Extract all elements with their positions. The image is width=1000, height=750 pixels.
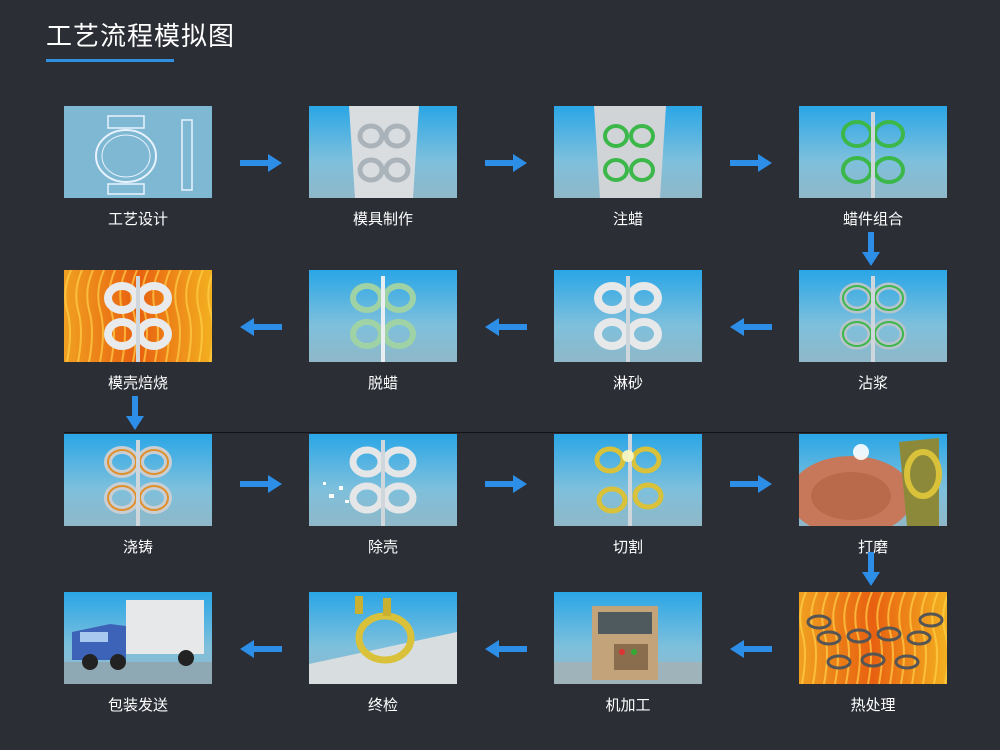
step-image xyxy=(799,434,947,526)
step-image xyxy=(554,270,702,362)
step-label: 蜡件组合 xyxy=(842,210,903,228)
arrow-right-icon xyxy=(485,475,527,497)
step-image xyxy=(554,434,702,526)
arrow-left-icon xyxy=(240,318,282,340)
process-step: 淋砂 xyxy=(554,270,702,393)
step-label: 脱蜡 xyxy=(367,374,398,392)
step-image xyxy=(64,106,212,198)
step-label: 淋砂 xyxy=(612,374,643,392)
step-image xyxy=(554,106,702,198)
arrow-right-icon xyxy=(240,154,282,176)
process-step: 蜡件组合 xyxy=(799,106,947,229)
process-step: 工艺设计 xyxy=(64,106,212,229)
step-illustration xyxy=(309,270,457,362)
step-label: 模壳焙烧 xyxy=(107,374,168,392)
process-step: 注蜡 xyxy=(554,106,702,229)
step-image xyxy=(554,592,702,684)
arrow-down-icon xyxy=(862,552,880,590)
page-title: 工艺流程模拟图 xyxy=(46,22,236,52)
step-illustration xyxy=(309,592,457,684)
step-image xyxy=(309,434,457,526)
arrow-left-icon xyxy=(730,318,772,340)
step-image xyxy=(64,592,212,684)
step-illustration xyxy=(554,434,702,526)
arrow-right-icon xyxy=(485,154,527,176)
arrow-down-icon xyxy=(126,396,144,434)
row-divider xyxy=(64,432,948,433)
step-illustration xyxy=(309,106,457,198)
process-step: 浇铸 xyxy=(64,434,212,557)
step-label: 除壳 xyxy=(367,538,398,556)
arrow-right-icon xyxy=(730,154,772,176)
step-label: 沾浆 xyxy=(857,374,888,392)
step-illustration xyxy=(64,106,212,198)
step-label: 终检 xyxy=(367,696,398,714)
step-image xyxy=(799,270,947,362)
step-image xyxy=(799,106,947,198)
step-image xyxy=(64,270,212,362)
step-illustration xyxy=(64,270,212,362)
step-image xyxy=(309,270,457,362)
step-image xyxy=(309,106,457,198)
step-image xyxy=(799,592,947,684)
step-label: 热处理 xyxy=(850,696,896,714)
process-step: 包装发送 xyxy=(64,592,212,715)
step-label: 切割 xyxy=(612,538,643,556)
process-step: 模具制作 xyxy=(309,106,457,229)
step-image xyxy=(309,592,457,684)
step-illustration xyxy=(309,434,457,526)
arrow-left-icon xyxy=(485,318,527,340)
step-label: 注蜡 xyxy=(612,210,643,228)
arrow-left-icon xyxy=(730,640,772,662)
arrow-left-icon xyxy=(485,640,527,662)
process-step: 打磨 xyxy=(799,434,947,557)
step-label: 工艺设计 xyxy=(107,210,168,228)
step-illustration xyxy=(554,270,702,362)
process-step: 脱蜡 xyxy=(309,270,457,393)
arrow-left-icon xyxy=(240,640,282,662)
process-step: 热处理 xyxy=(799,592,947,715)
process-step: 模壳焙烧 xyxy=(64,270,212,393)
arrow-right-icon xyxy=(240,475,282,497)
step-illustration xyxy=(799,106,947,198)
step-image xyxy=(64,434,212,526)
process-step: 终检 xyxy=(309,592,457,715)
process-step: 切割 xyxy=(554,434,702,557)
arrow-down-icon xyxy=(862,232,880,270)
step-label: 机加工 xyxy=(605,696,651,714)
process-step: 机加工 xyxy=(554,592,702,715)
step-illustration xyxy=(799,592,947,684)
step-illustration xyxy=(799,434,947,526)
step-illustration xyxy=(64,434,212,526)
step-illustration xyxy=(799,270,947,362)
title-underline xyxy=(46,59,174,62)
step-illustration xyxy=(554,106,702,198)
process-step: 沾浆 xyxy=(799,270,947,393)
step-illustration xyxy=(64,592,212,684)
step-label: 浇铸 xyxy=(122,538,153,556)
arrow-right-icon xyxy=(730,475,772,497)
step-label: 包装发送 xyxy=(107,696,168,714)
process-step: 除壳 xyxy=(309,434,457,557)
step-illustration xyxy=(554,592,702,684)
step-label: 模具制作 xyxy=(352,210,413,228)
